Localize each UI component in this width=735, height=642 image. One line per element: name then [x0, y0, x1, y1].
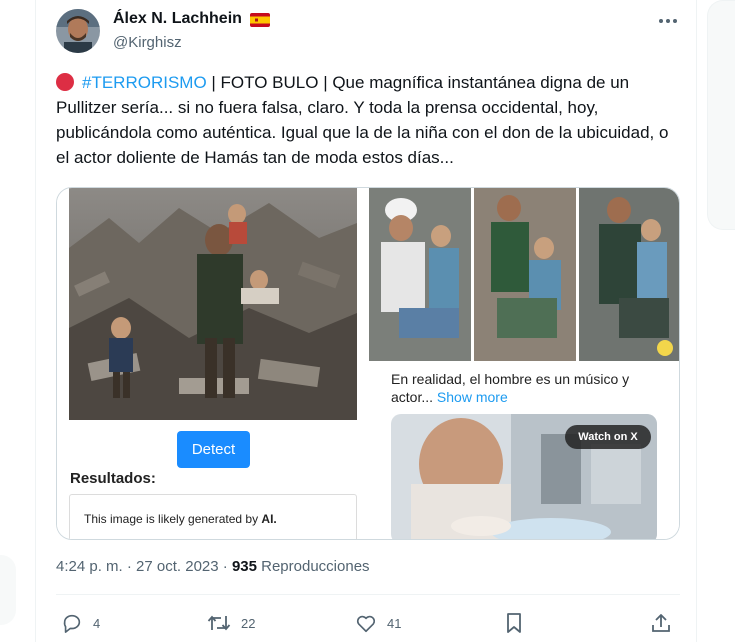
sidebar-card-edge: [707, 0, 735, 230]
like-icon: [356, 615, 376, 633]
right-caption: En realidad, el hombre es un músico y ac…: [391, 371, 630, 405]
spain-flag-icon: [250, 13, 270, 27]
share-button[interactable]: [650, 610, 672, 636]
result-text: This image is likely generated by AI.: [84, 512, 277, 526]
hashtag-link[interactable]: #TERRORISMO: [82, 73, 207, 92]
reply-icon: [63, 614, 81, 633]
right-sidebar-edge: [696, 0, 735, 642]
divider: [56, 594, 680, 595]
bookmark-icon: [507, 613, 521, 633]
author-name[interactable]: Álex N. Lachhein: [113, 9, 242, 29]
repost-icon: [207, 615, 231, 631]
show-more-link[interactable]: Show more: [433, 389, 508, 405]
media-grid[interactable]: Detect Resultados: This image is likely …: [56, 187, 680, 540]
reply-count: 4: [93, 615, 101, 631]
more-button[interactable]: [651, 8, 685, 34]
watch-on-x-badge[interactable]: Watch on X: [565, 425, 651, 449]
result-box: This image is likely generated by AI.: [69, 494, 357, 539]
collage-photo: [369, 188, 679, 361]
rubble-photo: [69, 188, 357, 420]
results-label: Resultados:: [70, 470, 156, 487]
repost-count: 22: [241, 615, 256, 631]
sidebar-edge-shape: [0, 555, 16, 625]
reply-button[interactable]: 4: [61, 610, 100, 636]
share-icon: [652, 614, 670, 632]
bookmark-button[interactable]: [504, 610, 524, 636]
like-button[interactable]: 41: [355, 610, 401, 636]
tweet: Álex N. Lachhein @Kirghisz #TERRORISMO |…: [37, 0, 695, 642]
media-right-image[interactable]: En realidad, el hombre es un músico y ac…: [369, 188, 679, 539]
repost-button[interactable]: 22: [207, 610, 255, 636]
left-sidebar-edge: [0, 0, 36, 642]
timestamp[interactable]: 4:24 p. m. · 27 oct. 2023 ·: [56, 558, 232, 575]
tweet-meta: 4:24 p. m. · 27 oct. 2023 · 935 Reproduc…: [56, 557, 370, 577]
avatar[interactable]: [56, 9, 100, 53]
views-count: 935: [231, 558, 257, 575]
detect-button[interactable]: Detect: [177, 431, 250, 468]
author-handle[interactable]: @Kirghisz: [113, 33, 182, 53]
video-preview[interactable]: Watch on X: [391, 414, 657, 539]
like-count: 41: [387, 615, 402, 631]
media-left-image[interactable]: Detect Resultados: This image is likely …: [57, 188, 367, 539]
red-circle-icon: [56, 73, 74, 91]
views-label: Reproducciones: [256, 558, 370, 575]
more-icon: [659, 19, 677, 23]
tweet-text: #TERRORISMO | FOTO BULO | Que magnífica …: [56, 70, 686, 170]
